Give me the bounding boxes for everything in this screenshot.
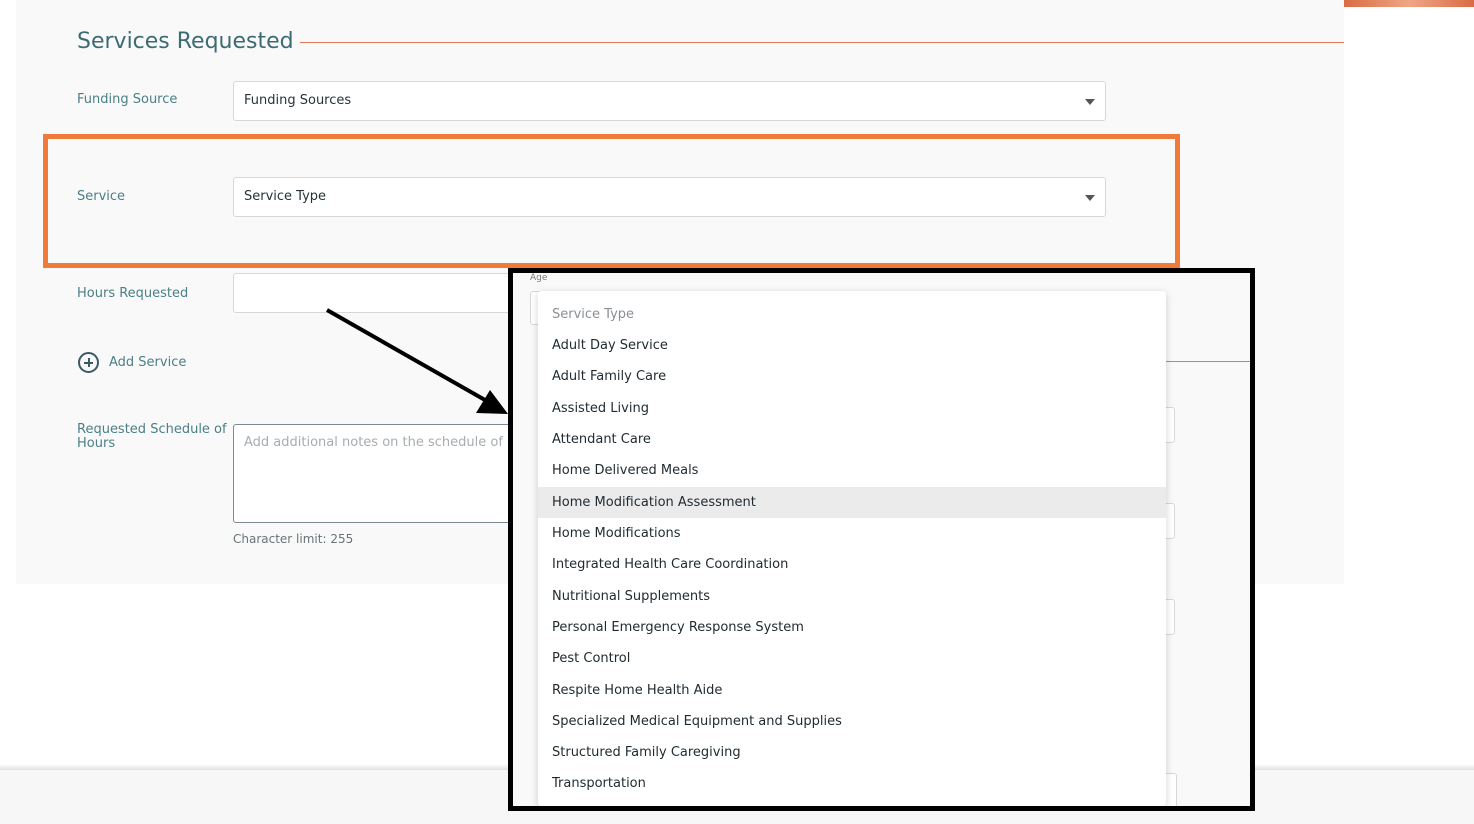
decorative-banner (1344, 0, 1474, 7)
dropdown-option[interactable]: Integrated Health Care Coordination (538, 549, 1166, 580)
ghost-age-label: Age (530, 273, 548, 283)
funding-source-select[interactable]: Funding Sources (233, 81, 1106, 121)
add-circle-icon (78, 352, 99, 373)
dropdown-option[interactable]: Respite Home Health Aide (538, 675, 1166, 706)
dropdown-option[interactable]: Home Modifications (538, 518, 1166, 549)
dropdown-option[interactable]: Pest Control (538, 643, 1166, 674)
hours-requested-label: Hours Requested (77, 286, 189, 301)
service-highlight-box (43, 134, 1180, 268)
dropdown-option[interactable]: Adult Day Service (538, 330, 1166, 361)
add-service-label: Add Service (109, 355, 187, 370)
requested-schedule-label: Requested Schedule of Hours (77, 422, 227, 451)
funding-source-label: Funding Source (77, 92, 178, 107)
dropdown-option[interactable]: Assisted Living (538, 393, 1166, 424)
dropdown-option-hovered[interactable]: Home Modification Assessment (538, 487, 1166, 518)
dropdown-option[interactable]: Adult Family Care (538, 361, 1166, 392)
ghost-divider (1153, 361, 1250, 362)
hours-requested-input[interactable] (233, 273, 523, 313)
chevron-down-icon (1085, 99, 1095, 105)
dropdown-placeholder: Service Type (552, 307, 635, 322)
section-title: Services Requested (77, 29, 294, 54)
dropdown-option[interactable]: Attendant Care (538, 424, 1166, 455)
dropdown-option[interactable]: Home Delivered Meals (538, 455, 1166, 486)
service-type-dropdown-menu: Service Type Adult Day Service Adult Fam… (538, 291, 1166, 806)
dropdown-option[interactable]: Transportation (538, 768, 1166, 799)
character-limit-hint: Character limit: 255 (233, 532, 354, 546)
funding-source-value: Funding Sources (244, 93, 352, 108)
add-service-button[interactable]: Add Service (78, 352, 186, 373)
requested-schedule-textarea[interactable]: Add additional notes on the schedule of … (233, 424, 523, 523)
section-divider (300, 42, 1344, 43)
dropdown-option[interactable]: Nutritional Supplements (538, 581, 1166, 612)
dropdown-option[interactable]: Structured Family Caregiving (538, 737, 1166, 768)
dropdown-option[interactable]: Personal Emergency Response System (538, 612, 1166, 643)
dropdown-option[interactable]: Specialized Medical Equipment and Suppli… (538, 706, 1166, 737)
zoomed-dropdown-callout: Age Service Type Adult Day Service Adult… (508, 268, 1255, 811)
